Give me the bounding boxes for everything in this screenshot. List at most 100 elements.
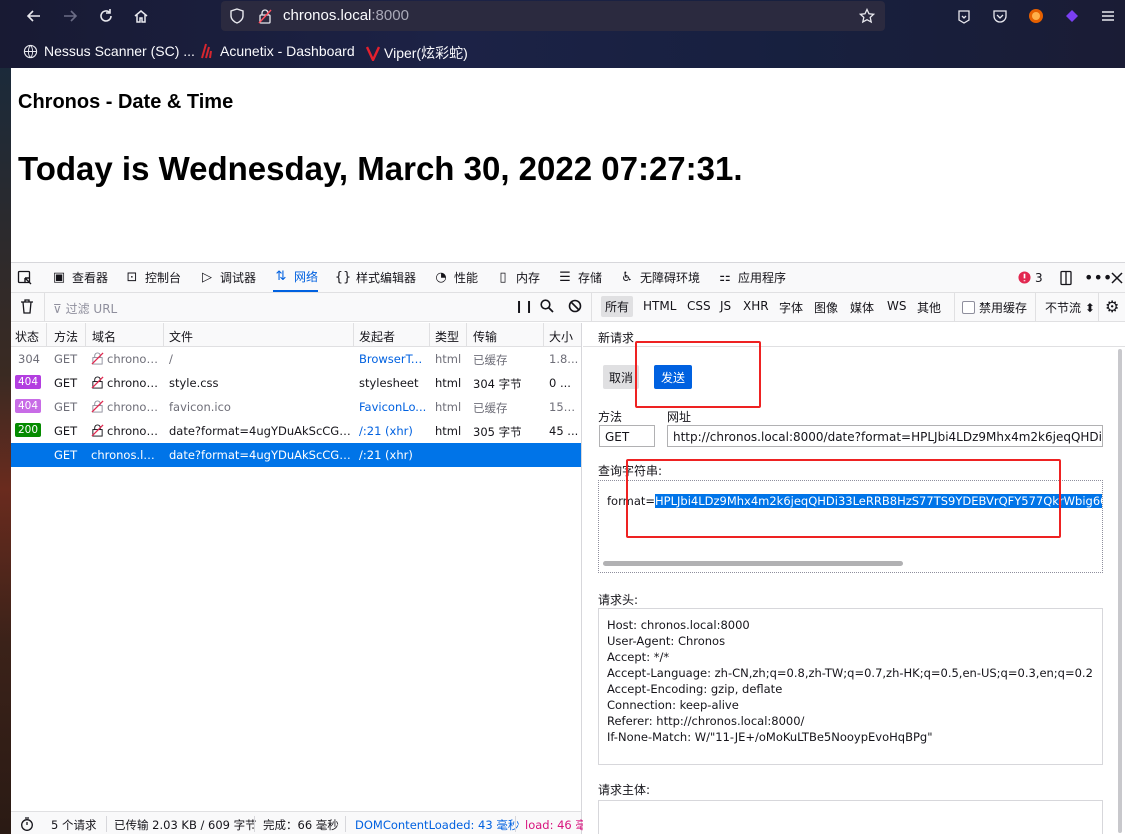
filter-ws[interactable]: WS [887, 299, 906, 313]
divider [106, 816, 107, 832]
request-size: 45 ... [549, 424, 579, 438]
column-divider[interactable] [85, 323, 86, 347]
bookmark-label: Viper(炫彩蛇) [384, 45, 468, 61]
table-row-selected[interactable]: GET chronos.lo... date?format=4ugYDuAkSc… [11, 443, 581, 467]
header-line: If-None-Match: W/"11-JE+/oMoKuLTBe5Nooyp… [607, 730, 933, 744]
throttle-select[interactable]: 不节流 ⬍ [1045, 299, 1095, 316]
request-headers-textarea[interactable]: Host: chronos.local:8000 User-Agent: Chr… [598, 608, 1103, 765]
braces-icon: {} [334, 270, 352, 285]
filter-other[interactable]: 其他 [917, 299, 941, 316]
gauge-icon: ◔ [435, 270, 447, 285]
error-count[interactable]: 3 [1016, 263, 1043, 292]
request-initiator[interactable]: FaviconLo... [359, 400, 427, 414]
status-code: 304 [18, 352, 40, 366]
request-body-textarea[interactable] [598, 800, 1103, 834]
filter-all[interactable]: 所有 [601, 296, 634, 317]
request-file: date?format=4ugYDuAkScCG5gMcZ [169, 424, 353, 438]
extension-diamond-icon[interactable] [1061, 5, 1083, 27]
col-domain[interactable]: 域名 [92, 328, 116, 345]
col-initiator[interactable]: 发起者 [359, 328, 395, 345]
more-options-icon[interactable]: ••• [1084, 263, 1112, 292]
bookmark-star-icon[interactable] [857, 6, 877, 26]
tab-debugger[interactable]: ▷ 调试器 [199, 263, 256, 292]
col-size[interactable]: 大小 [549, 328, 573, 345]
column-divider[interactable] [353, 323, 354, 347]
tab-performance[interactable]: ◔ 性能 [433, 263, 478, 292]
col-file[interactable]: 文件 [169, 328, 193, 345]
request-initiator[interactable]: /:21 (xhr) [359, 424, 427, 438]
table-row[interactable]: 404 GET chronos... favicon.ico FaviconLo… [11, 395, 581, 419]
filter-url-input[interactable]: ⊽ 过滤 URL [53, 300, 117, 317]
url-input[interactable]: http://chronos.local:8000/date?format=HP… [667, 425, 1103, 447]
horizontal-scrollbar[interactable] [603, 561, 903, 566]
column-divider[interactable] [543, 323, 544, 347]
column-divider[interactable] [46, 323, 47, 347]
insecure-lock-icon[interactable] [255, 6, 275, 26]
tab-inspector[interactable]: ▣ 查看器 [51, 263, 108, 292]
filter-css[interactable]: CSS [687, 299, 711, 313]
bookmark-nessus[interactable]: Nessus Scanner (SC) ... [22, 43, 195, 59]
stopwatch-icon[interactable] [20, 817, 34, 834]
request-file: style.css [169, 376, 219, 390]
filter-media[interactable]: 媒体 [850, 299, 874, 316]
column-divider[interactable] [429, 323, 430, 347]
request-size: 150... [549, 400, 579, 414]
panel-scrollbar[interactable] [1115, 347, 1125, 834]
tab-network[interactable]: ⇅ 网络 [273, 263, 319, 292]
reload-icon[interactable] [93, 4, 119, 28]
filter-fonts[interactable]: 字体 [779, 299, 803, 316]
divider [1035, 293, 1036, 322]
bookmark-acunetix[interactable]: Acunetix - Dashboard [198, 43, 355, 59]
menu-icon[interactable] [1097, 5, 1119, 27]
scrollbar-thumb[interactable] [1118, 349, 1122, 833]
settings-gear-icon[interactable]: ⚙ [1105, 299, 1119, 315]
filter-html[interactable]: HTML [643, 299, 676, 313]
block-icon[interactable] [568, 299, 582, 316]
method-input[interactable]: GET [599, 425, 655, 447]
divider [515, 816, 516, 832]
url-bar[interactable]: chronos.local:8000 [221, 1, 885, 31]
clear-trash-icon[interactable] [20, 299, 34, 317]
search-icon[interactable] [540, 299, 554, 316]
insecure-lock-icon [91, 352, 107, 368]
insecure-lock-icon [91, 376, 107, 392]
column-divider[interactable] [466, 323, 467, 347]
close-devtools-icon[interactable] [1110, 263, 1124, 292]
element-picker-icon[interactable] [17, 263, 33, 292]
shield-icon[interactable] [227, 6, 247, 26]
filter-js[interactable]: JS [720, 299, 731, 313]
filter-xhr[interactable]: XHR [743, 299, 769, 313]
column-divider[interactable] [163, 323, 164, 347]
tab-accessibility[interactable]: ♿ 无障碍环境 [619, 263, 700, 292]
disable-cache-checkbox[interactable] [962, 301, 975, 314]
tab-console[interactable]: ⊡ 控制台 [124, 263, 181, 292]
highlight-box-query [626, 459, 1061, 538]
tab-storage[interactable]: ☰ 存储 [557, 263, 602, 292]
table-row[interactable]: 404 GET chronos... style.css stylesheet … [11, 371, 581, 395]
divider [44, 293, 45, 322]
filter-images[interactable]: 图像 [814, 299, 838, 316]
dock-icon[interactable] [1058, 263, 1074, 292]
pocket-icon[interactable] [989, 5, 1011, 27]
pause-icon[interactable]: ❙❙ [514, 299, 534, 313]
col-type[interactable]: 类型 [435, 328, 459, 345]
cancel-button[interactable]: 取消 [603, 365, 639, 389]
tab-application[interactable]: ⚏ 应用程序 [717, 263, 786, 292]
home-icon[interactable] [128, 4, 154, 28]
request-initiator[interactable]: BrowserTa... [359, 352, 427, 366]
url-text[interactable]: chronos.local:8000 [283, 7, 409, 24]
table-row[interactable]: 200 GET chronos... date?format=4ugYDuAkS… [11, 419, 581, 443]
col-method[interactable]: 方法 [54, 328, 78, 345]
col-status[interactable]: 状态 [15, 328, 39, 345]
forward-icon[interactable] [57, 4, 83, 28]
save-to-pocket-list-icon[interactable] [953, 5, 975, 27]
request-initiator[interactable]: /:21 (xhr) [359, 448, 427, 462]
request-method: GET [54, 448, 78, 462]
extension-fox-icon[interactable] [1025, 5, 1047, 27]
back-icon[interactable] [21, 4, 47, 28]
bookmark-viper[interactable]: Viper(炫彩蛇) [366, 43, 468, 63]
table-row[interactable]: 304 GET chronos... / BrowserTa... html 已… [11, 347, 581, 371]
tab-memory[interactable]: ▯ 内存 [495, 263, 540, 292]
col-transfer[interactable]: 传输 [473, 328, 497, 345]
tab-style-editor[interactable]: {} 样式编辑器 [335, 263, 416, 292]
